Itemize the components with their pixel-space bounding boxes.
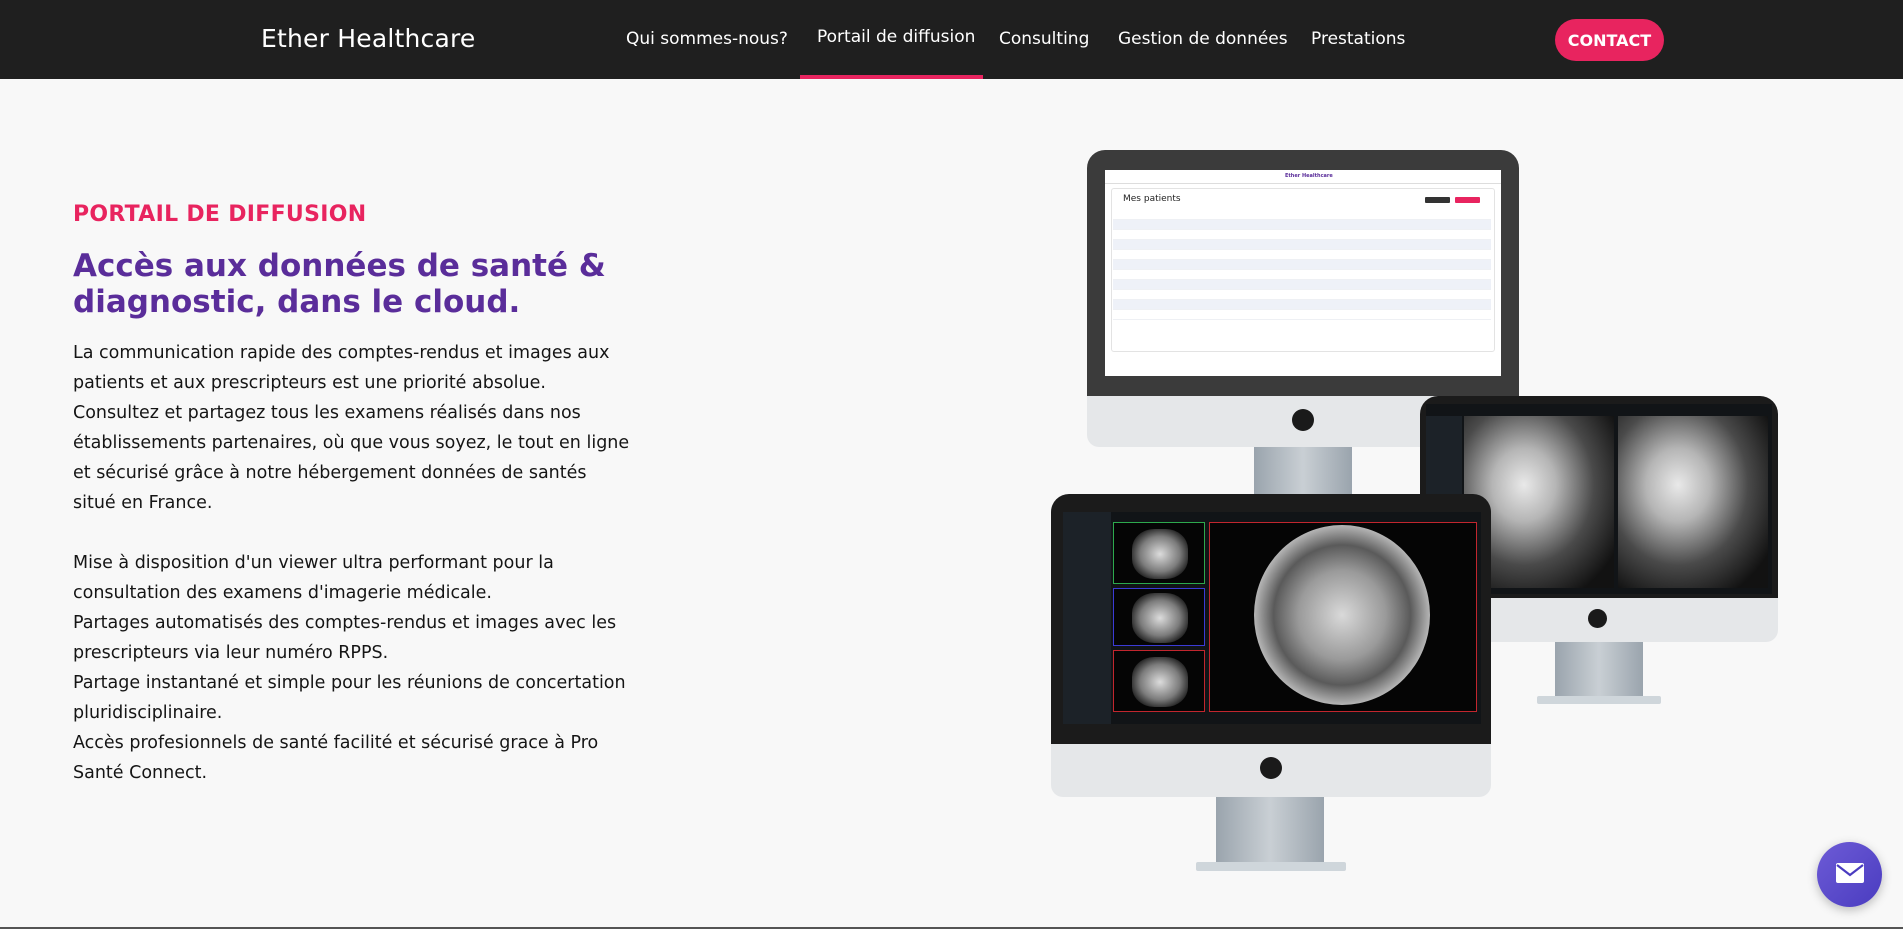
nav-item-gestion-de-donnees[interactable]: Gestion de données [1118, 29, 1288, 49]
nav-active-indicator [800, 75, 983, 79]
nav-item-consulting[interactable]: Consulting [999, 29, 1089, 49]
page-headline: Accès aux données de santé & diagnostic,… [73, 248, 606, 320]
top-navbar: Ether Healthcare Qui sommes-nous? Portai… [0, 0, 1903, 79]
ct-axial-image [1254, 525, 1430, 705]
envelope-icon [1835, 862, 1865, 888]
features-paragraph: Mise à disposition d'un viewer ultra per… [73, 553, 626, 783]
body-text: La communication rapide des comptes-rend… [73, 338, 633, 788]
nav-item-qui-sommes-nous[interactable]: Qui sommes-nous? [626, 29, 788, 49]
section-label: PORTAIL DE DIFFUSION [73, 202, 367, 227]
nav-item-prestations[interactable]: Prestations [1311, 29, 1405, 49]
portal-screen: Ether Healthcare Mes patients [1105, 170, 1501, 376]
contact-button[interactable]: CONTACT [1555, 19, 1664, 61]
portal-title: Mes patients [1123, 194, 1181, 204]
intro-paragraph: La communication rapide des comptes-rend… [73, 343, 630, 513]
portal-logo: Ether Healthcare [1285, 173, 1333, 179]
brand-logo[interactable]: Ether Healthcare [261, 24, 476, 53]
ct-viewer-screen [1063, 512, 1481, 724]
xray-image-right [1618, 416, 1768, 588]
nav-item-portail-de-diffusion[interactable]: Portail de diffusion [817, 27, 975, 47]
contact-mail-button[interactable] [1817, 842, 1882, 907]
